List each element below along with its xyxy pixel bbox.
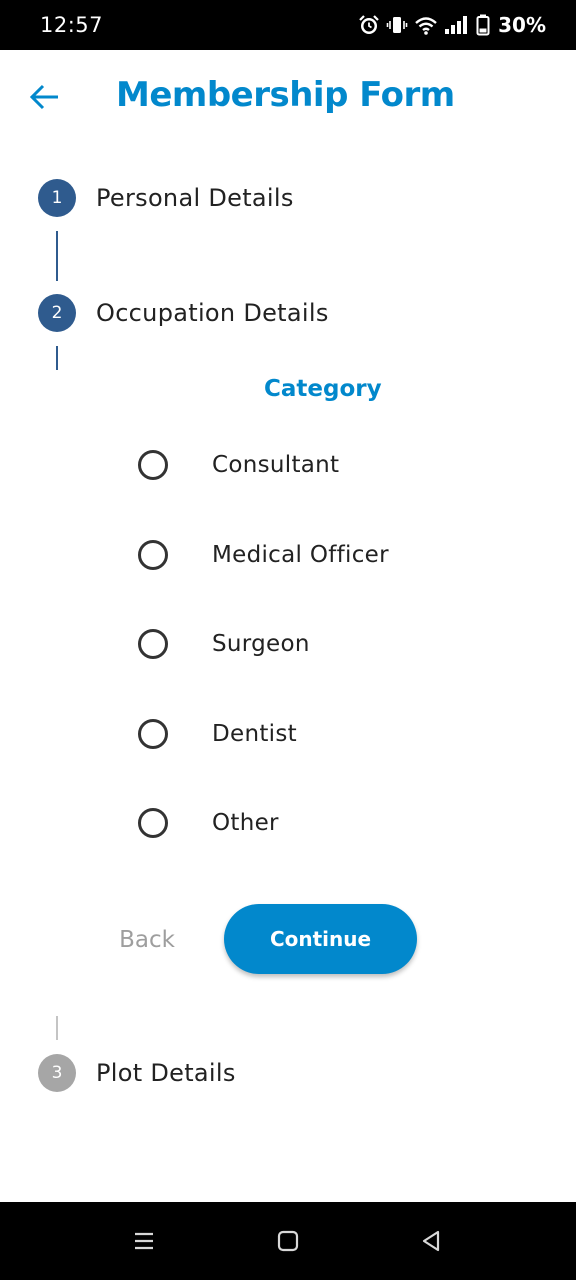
app-bar: Membership Form: [0, 50, 576, 142]
step-title: Personal Details: [96, 184, 294, 212]
radio-button[interactable]: [138, 629, 168, 659]
radio-label: Surgeon: [212, 631, 310, 657]
arrow-left-icon[interactable]: [28, 80, 62, 114]
radio-button[interactable]: [138, 540, 168, 570]
radio-button[interactable]: [138, 808, 168, 838]
step-number-circle: 1: [38, 179, 76, 217]
battery-icon: [476, 14, 490, 36]
page-title: Membership Form: [116, 75, 455, 115]
step-personal-details[interactable]: 1 Personal Details: [38, 179, 294, 217]
step-plot-details[interactable]: 3 Plot Details: [38, 1054, 236, 1092]
radio-option-dentist[interactable]: Dentist: [138, 718, 297, 750]
status-bar: 12:57 30%: [0, 0, 576, 50]
back-triangle-icon[interactable]: [417, 1226, 447, 1256]
step-title: Occupation Details: [96, 299, 329, 327]
radio-option-consultant[interactable]: Consultant: [138, 449, 339, 481]
radio-label: Medical Officer: [212, 542, 389, 568]
radio-button[interactable]: [138, 719, 168, 749]
step-number-circle: 2: [38, 294, 76, 332]
alarm-icon: [359, 15, 379, 34]
vibrate-icon: [386, 17, 408, 33]
step-number-circle: 3: [38, 1054, 76, 1092]
status-time: 12:57: [40, 13, 104, 37]
step-connector: [56, 231, 58, 281]
radio-option-surgeon[interactable]: Surgeon: [138, 628, 310, 660]
radio-option-medical-officer[interactable]: Medical Officer: [138, 539, 389, 571]
category-heading: Category: [264, 376, 382, 402]
step-connector: [56, 346, 58, 370]
radio-label: Consultant: [212, 452, 340, 478]
radio-option-other[interactable]: Other: [138, 807, 279, 839]
signal-icon: [445, 16, 468, 34]
step-occupation-details[interactable]: 2 Occupation Details: [38, 294, 329, 332]
battery-percentage: 30%: [498, 13, 546, 37]
menu-icon[interactable]: [129, 1226, 159, 1256]
step-connector: [56, 1016, 58, 1040]
status-icons: 30%: [358, 11, 546, 39]
radio-label: Dentist: [212, 721, 297, 747]
step-title: Plot Details: [96, 1059, 236, 1087]
continue-button[interactable]: Continue: [224, 904, 417, 974]
radio-label: Other: [212, 810, 279, 836]
system-navigation-bar: [0, 1202, 576, 1280]
radio-button[interactable]: [138, 450, 168, 480]
back-button[interactable]: Back: [100, 918, 194, 962]
wifi-icon: [415, 17, 437, 35]
home-icon[interactable]: [273, 1226, 303, 1256]
